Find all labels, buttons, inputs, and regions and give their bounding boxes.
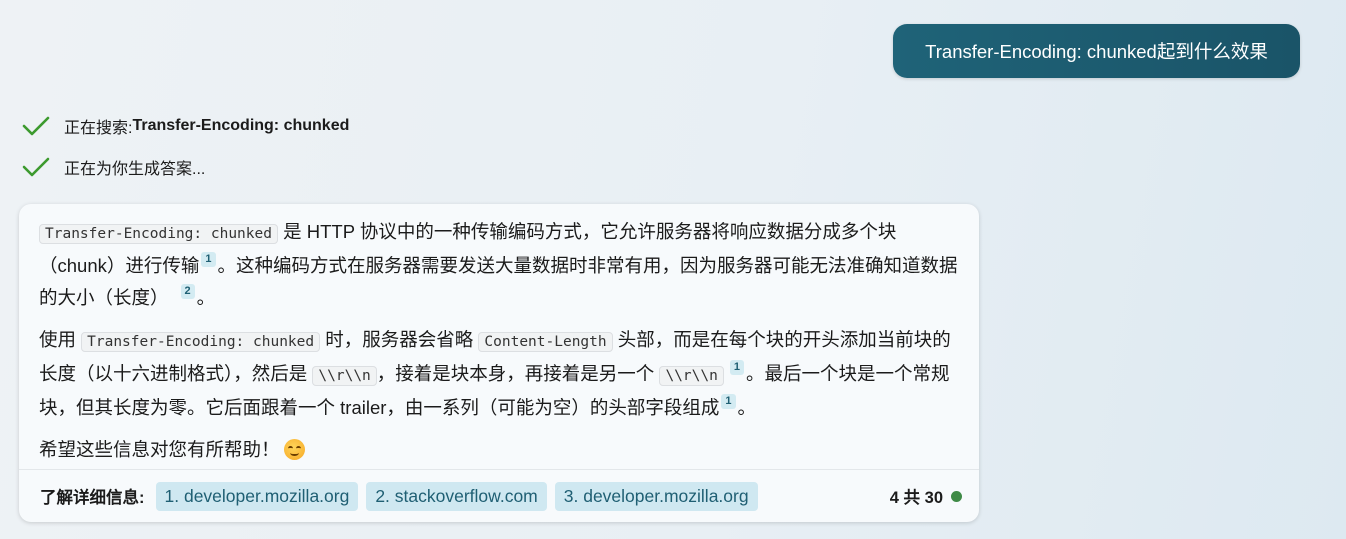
- check-icon: [22, 116, 50, 136]
- source-link-3[interactable]: 3. developer.mozilla.org: [554, 481, 758, 511]
- answer-text: 时，服务器会省略: [320, 329, 479, 350]
- inline-code: Transfer-Encoding: chunked: [39, 224, 278, 244]
- learn-more-bar: 了解详细信息: 1. developer.mozilla.org 2. stac…: [19, 469, 979, 522]
- inline-code: Content-Length: [478, 332, 613, 352]
- searching-label: 正在搜索:: [64, 120, 133, 137]
- turn-counter-text: 4 共 30: [889, 489, 943, 507]
- turn-counter: 4 共 30: [890, 484, 962, 508]
- answer-paragraph-1: Transfer-Encoding: chunked 是 HTTP 协议中的一种…: [39, 216, 961, 314]
- citation-badge[interactable]: 2: [180, 284, 195, 299]
- generating-label: 正在为你生成答案...: [64, 161, 206, 178]
- citation-badge[interactable]: 1: [201, 252, 216, 267]
- inline-code: Transfer-Encoding: chunked: [81, 332, 321, 352]
- answer-text: 使用: [39, 329, 82, 350]
- citation-badge[interactable]: 1: [721, 394, 736, 409]
- answer-paragraph-3: 希望这些信息对您有所帮助！: [39, 434, 961, 466]
- learn-more-label: 了解详细信息:: [40, 489, 145, 507]
- inline-code: \\r\\n: [312, 366, 377, 386]
- user-message-bubble: Transfer-Encoding: chunked起到什么效果: [893, 24, 1300, 78]
- answer-card: Transfer-Encoding: chunked 是 HTTP 协议中的一种…: [19, 204, 979, 522]
- status-generating: 正在为你生成答案...: [22, 155, 205, 179]
- searching-query: Transfer-Encoding: chunked: [132, 117, 350, 134]
- citation-badge[interactable]: 1: [729, 360, 744, 375]
- answer-text: ，接着是块本身，再接着是另一个: [376, 363, 660, 384]
- answer-text: 希望这些信息对您有所帮助！: [39, 439, 280, 460]
- user-message-text: Transfer-Encoding: chunked起到什么效果: [925, 41, 1268, 62]
- answer-text: 。: [737, 397, 757, 418]
- answer-paragraph-2: 使用 Transfer-Encoding: chunked 时，服务器会省略 C…: [39, 324, 961, 424]
- smiling-face-icon: [283, 439, 305, 460]
- answer-body: Transfer-Encoding: chunked 是 HTTP 协议中的一种…: [39, 216, 961, 466]
- status-dot-icon: [951, 490, 962, 502]
- inline-code: \\r\\n: [659, 366, 724, 386]
- source-link-1[interactable]: 1. developer.mozilla.org: [155, 481, 359, 511]
- check-icon: [22, 157, 50, 177]
- source-link-2[interactable]: 2. stackoverflow.com: [366, 481, 547, 511]
- answer-text: 。: [196, 287, 216, 308]
- status-searching: 正在搜索: Transfer-Encoding: chunked: [22, 114, 349, 138]
